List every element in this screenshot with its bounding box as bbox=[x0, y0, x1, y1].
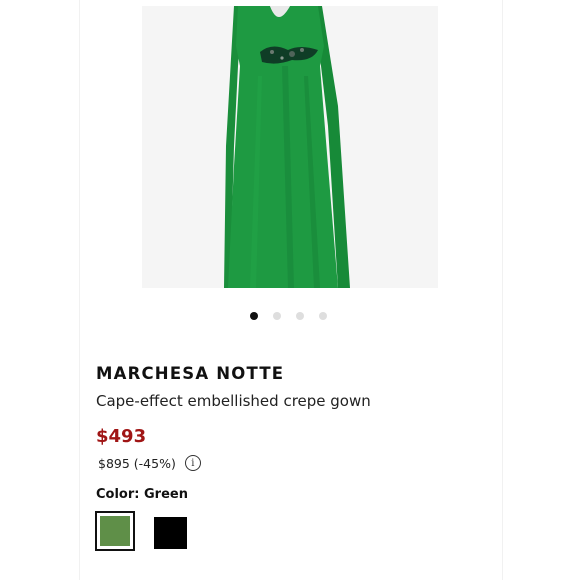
carousel-dot[interactable] bbox=[273, 312, 281, 320]
sale-price: $493 bbox=[96, 426, 147, 447]
page-margin-left bbox=[0, 0, 80, 580]
color-label-row: Color: Green bbox=[96, 487, 188, 502]
carousel-dot[interactable] bbox=[319, 312, 327, 320]
dress-illustration bbox=[142, 6, 438, 288]
product-title: Cape-effect embellished crepe gown bbox=[96, 392, 371, 410]
carousel-dot[interactable] bbox=[296, 312, 304, 320]
original-price-row: $895 (-45%) i bbox=[98, 455, 201, 471]
swatch-fill bbox=[100, 516, 130, 546]
color-swatch-black[interactable] bbox=[154, 517, 187, 549]
color-value: Green bbox=[144, 487, 188, 502]
color-swatch-green[interactable] bbox=[95, 511, 135, 551]
page-margin-right bbox=[500, 0, 580, 580]
image-carousel-dots bbox=[250, 312, 327, 320]
carousel-dot[interactable] bbox=[250, 312, 258, 320]
color-label: Color: bbox=[96, 487, 144, 502]
info-icon[interactable]: i bbox=[184, 455, 201, 471]
original-price: $895 (-45%) bbox=[98, 455, 176, 471]
brand-name[interactable]: MARCHESA NOTTE bbox=[96, 364, 284, 383]
product-image[interactable] bbox=[142, 6, 438, 288]
